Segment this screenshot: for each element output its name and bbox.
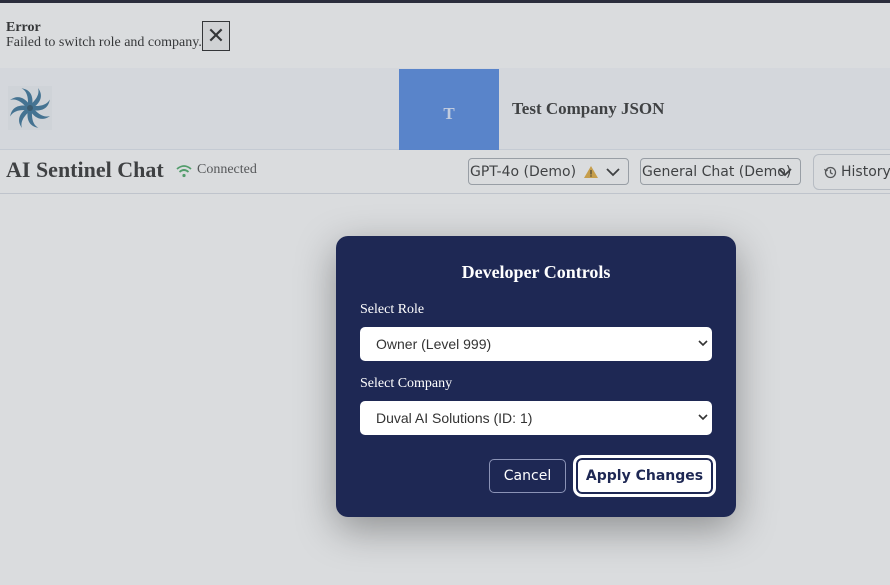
role-label: Select Role <box>360 302 425 317</box>
company-select-value: Duval AI Solutions (ID: 1) <box>376 410 533 426</box>
modal-title: Developer Controls <box>461 262 611 282</box>
role-select-value: Owner (Level 999) <box>376 336 492 352</box>
role-select[interactable]: Owner (Level 999) <box>360 327 712 361</box>
company-select[interactable]: Duval AI Solutions (ID: 1) <box>360 401 712 435</box>
apply-changes-button[interactable]: Apply Changes <box>574 456 715 496</box>
company-label: Select Company <box>360 376 453 391</box>
developer-controls-modal: Developer Controls Select Role Owner (Le… <box>336 236 736 517</box>
chevron-down-icon <box>698 414 708 421</box>
cancel-button[interactable]: Cancel <box>489 459 566 493</box>
chevron-down-icon <box>698 340 708 347</box>
